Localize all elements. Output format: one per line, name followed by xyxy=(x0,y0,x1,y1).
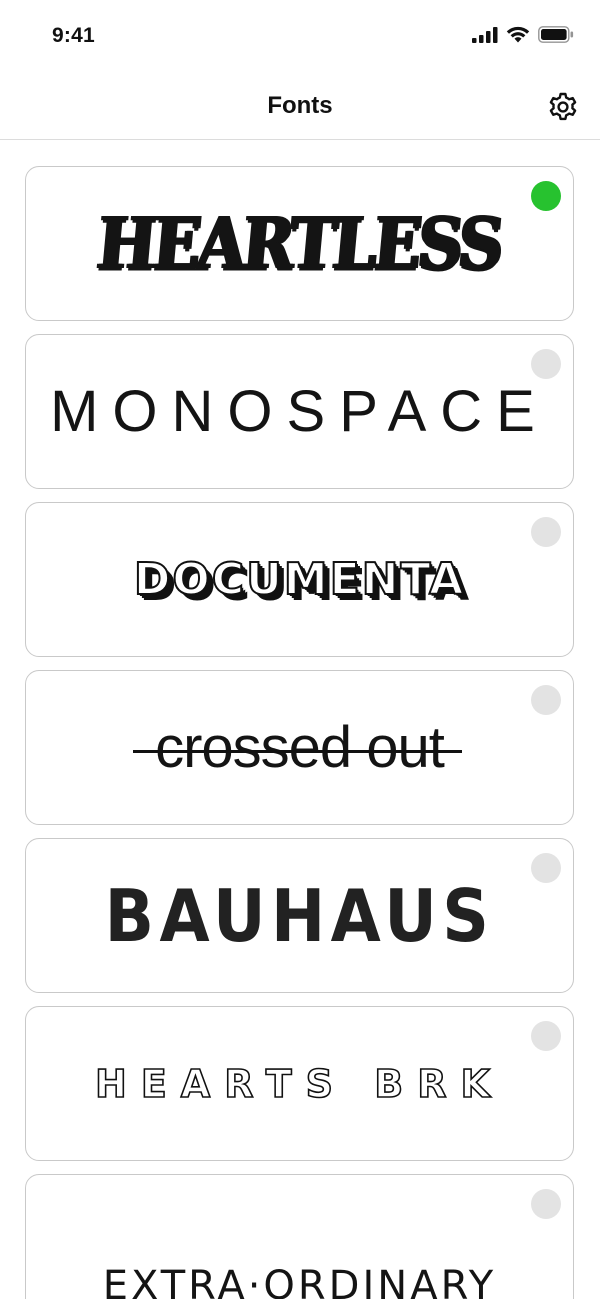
font-sample: DOCUMENTA xyxy=(133,553,466,606)
font-option-extraordinary[interactable]: EXTRA·ORDINARY xyxy=(25,1174,574,1299)
unselected-indicator xyxy=(531,349,561,379)
status-icons xyxy=(472,26,574,43)
status-time: 9:41 xyxy=(52,24,95,47)
font-option-monospace[interactable]: MONOSPACE xyxy=(25,334,574,489)
unselected-indicator xyxy=(531,853,561,883)
unselected-indicator xyxy=(531,1021,561,1051)
font-option-heartless[interactable]: HEARTLESS xyxy=(25,166,574,321)
unselected-indicator xyxy=(531,517,561,547)
font-sample: HEARTLESS xyxy=(94,201,505,286)
cellular-signal-icon xyxy=(472,26,498,43)
font-sample: EXTRA·ORDINARY xyxy=(102,1263,497,1299)
font-sample: MONOSPACE xyxy=(50,379,549,444)
status-bar: 9:41 xyxy=(0,0,600,74)
battery-icon xyxy=(538,26,574,43)
font-sample: crossed out xyxy=(133,715,462,780)
font-sample: BAUHAUS xyxy=(104,873,495,958)
wifi-icon xyxy=(506,26,530,43)
font-option-crossed-out[interactable]: crossed out xyxy=(25,670,574,825)
page-title: Fonts xyxy=(267,92,333,119)
selected-indicator xyxy=(531,181,561,211)
font-option-documenta[interactable]: DOCUMENTA xyxy=(25,502,574,657)
unselected-indicator xyxy=(531,685,561,715)
font-list: HEARTLESS MONOSPACE DOCUMENTA crossed ou… xyxy=(25,166,574,1299)
font-option-hearts-brk[interactable]: HEARTS BRK xyxy=(25,1006,574,1161)
gear-icon xyxy=(549,92,577,121)
font-sample: HEARTS BRK xyxy=(94,1061,504,1107)
nav-bar: Fonts xyxy=(0,74,600,140)
unselected-indicator xyxy=(531,1189,561,1219)
settings-button[interactable] xyxy=(546,90,580,124)
font-option-bauhaus[interactable]: BAUHAUS xyxy=(25,838,574,993)
